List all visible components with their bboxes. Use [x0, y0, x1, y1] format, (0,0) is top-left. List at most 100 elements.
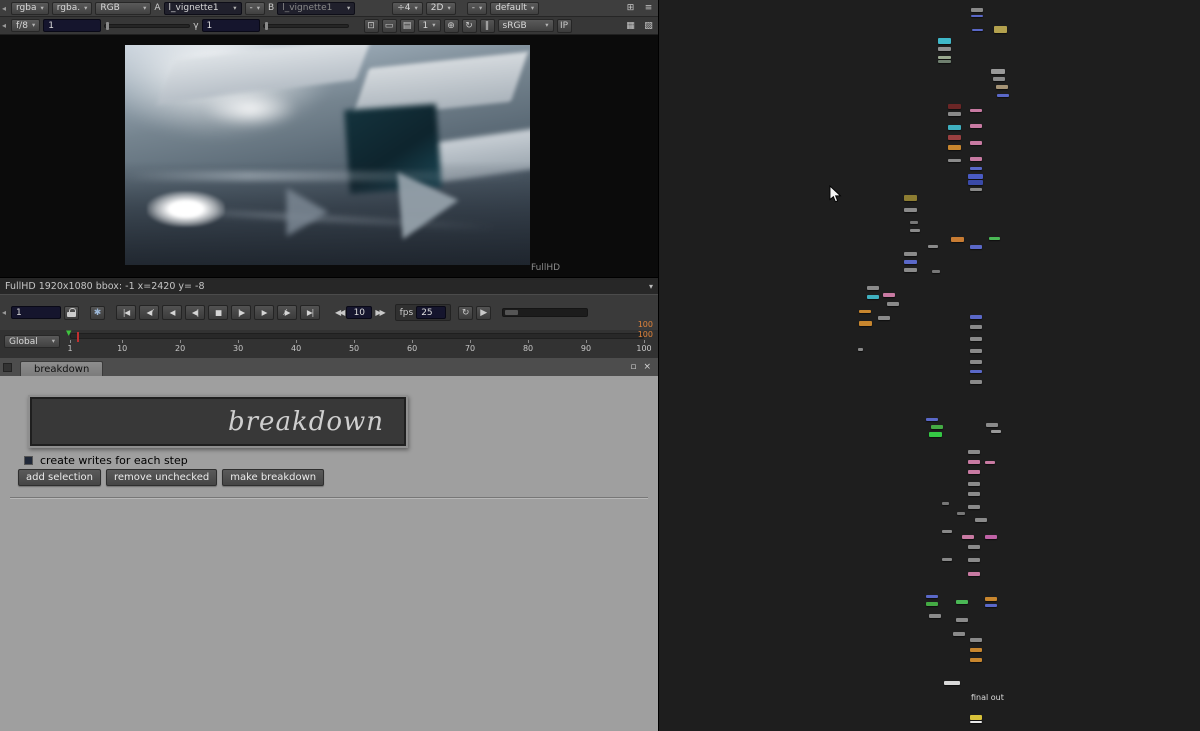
downrez-dropdown[interactable]: ÷4▾: [392, 2, 423, 15]
stripes-icon[interactable]: ▨: [641, 19, 656, 33]
graph-node[interactable]: [968, 180, 983, 185]
wipe-mode-dropdown[interactable]: -▾: [245, 2, 266, 15]
graph-node[interactable]: [929, 432, 942, 437]
graph-node[interactable]: [957, 512, 965, 515]
graph-node[interactable]: [971, 15, 983, 17]
graph-node[interactable]: [904, 208, 917, 212]
graph-node[interactable]: [991, 430, 1001, 433]
graph-node[interactable]: [968, 572, 980, 576]
range-mode-dropdown[interactable]: Global▾: [4, 335, 60, 348]
display-channels-dropdown[interactable]: RGB▾: [95, 2, 151, 15]
graph-node[interactable]: [926, 595, 938, 598]
graph-node[interactable]: [968, 450, 980, 454]
graph-node[interactable]: [994, 26, 1007, 33]
crosshair-icon[interactable]: ⊕: [444, 19, 459, 33]
graph-node[interactable]: [970, 360, 982, 364]
gain-slider[interactable]: [104, 24, 190, 28]
graph-node[interactable]: [928, 245, 938, 248]
graph-node[interactable]: [944, 681, 960, 685]
graph-node[interactable]: [926, 602, 938, 606]
grid-icon[interactable]: ⊞: [623, 1, 638, 15]
graph-node[interactable]: [938, 38, 951, 44]
graph-node[interactable]: [972, 29, 983, 31]
graph-node[interactable]: [970, 325, 982, 329]
play-backward-button[interactable]: ◀: [162, 305, 182, 320]
graph-node[interactable]: [883, 293, 895, 297]
graph-node[interactable]: [970, 157, 982, 161]
menu-icon[interactable]: ≡: [641, 1, 656, 15]
graph-node[interactable]: [948, 135, 961, 140]
graph-node[interactable]: [948, 125, 961, 130]
add-selection-button[interactable]: add selection: [18, 469, 101, 486]
inputprocess-number-dropdown[interactable]: 1▾: [418, 19, 441, 32]
timeline-ruler[interactable]: 1102030405060708090100: [70, 340, 644, 356]
a-input-dropdown[interactable]: l_vignette1▾: [164, 2, 242, 15]
graph-node[interactable]: [989, 237, 1000, 240]
graph-node[interactable]: [932, 270, 940, 273]
graph-node[interactable]: [938, 56, 951, 59]
graph-node[interactable]: [991, 69, 1005, 74]
graph-node[interactable]: [942, 558, 952, 561]
create-writes-checkbox[interactable]: [24, 456, 33, 465]
gamma-slider[interactable]: [263, 24, 349, 28]
graph-node[interactable]: [970, 315, 982, 319]
graph-node[interactable]: [968, 482, 980, 486]
pause-icon[interactable]: ‖: [480, 19, 495, 33]
view-mode-dropdown[interactable]: 2D▾: [426, 2, 456, 15]
input-process-toggle[interactable]: IP: [557, 19, 572, 33]
graph-node[interactable]: [931, 425, 943, 429]
graph-node[interactable]: [962, 535, 974, 539]
viewer-canvas[interactable]: FullHD: [0, 35, 658, 277]
graph-node[interactable]: [968, 470, 980, 474]
channels-dropdown[interactable]: rgba▾: [11, 2, 49, 15]
graph-node[interactable]: [985, 604, 997, 607]
tab-breakdown[interactable]: breakdown: [20, 361, 103, 376]
graph-node[interactable]: [970, 370, 982, 373]
graph-node[interactable]: [948, 145, 961, 150]
progress-handle[interactable]: [505, 310, 518, 315]
graph-node[interactable]: [970, 167, 982, 170]
play-forward-button[interactable]: ▶: [254, 305, 274, 320]
current-frame-input[interactable]: 1: [11, 306, 61, 319]
graph-node[interactable]: [904, 268, 917, 272]
close-panel-icon[interactable]: ×: [643, 362, 651, 372]
pane-splitter-icon[interactable]: ◂: [2, 4, 8, 13]
graph-node[interactable]: [993, 77, 1005, 81]
graph-node[interactable]: [956, 618, 968, 622]
graph-node[interactable]: [904, 195, 917, 201]
graph-node[interactable]: [968, 174, 983, 179]
timeline-groove[interactable]: [70, 333, 644, 339]
graph-node[interactable]: [951, 237, 964, 242]
remove-unchecked-button[interactable]: remove unchecked: [106, 469, 217, 486]
b-input-dropdown[interactable]: l_vignette1▾: [277, 2, 355, 15]
step-forward-button[interactable]: |▶: [231, 305, 251, 320]
graph-node[interactable]: [929, 614, 941, 618]
graph-node[interactable]: [910, 229, 920, 232]
playhead-marker[interactable]: ▼: [66, 329, 71, 337]
graph-node[interactable]: [970, 638, 982, 642]
step-back-button[interactable]: ◀|: [185, 305, 205, 320]
gain-input[interactable]: 1: [43, 19, 101, 32]
pane-splitter-icon[interactable]: ◂: [2, 308, 8, 317]
graph-node[interactable]: [938, 47, 951, 51]
next-keyframe-button[interactable]: ⁄▶: [277, 305, 297, 320]
graph-node[interactable]: [975, 518, 987, 522]
graph-node[interactable]: [910, 221, 918, 224]
gain-preset-dropdown[interactable]: f/8▾: [11, 19, 40, 32]
graph-node[interactable]: [938, 60, 951, 63]
stereo-view-dropdown[interactable]: default▾: [490, 2, 539, 15]
graph-node[interactable]: [970, 715, 982, 720]
gamma-input[interactable]: 1: [202, 19, 260, 32]
framing-icon[interactable]: ⊡: [364, 19, 379, 33]
graph-node[interactable]: [971, 8, 983, 12]
graph-node[interactable]: [970, 380, 982, 384]
graph-node[interactable]: [970, 124, 982, 128]
slider-handle[interactable]: [106, 22, 109, 30]
prev-keyframe-button[interactable]: ◀⁄: [139, 305, 159, 320]
fastforward-icon[interactable]: ▶▶: [375, 308, 383, 317]
monitor-out-icon[interactable]: ▤: [400, 19, 415, 33]
graph-node[interactable]: [968, 545, 980, 549]
graph-node[interactable]: [997, 94, 1009, 97]
graph-node[interactable]: [867, 286, 879, 290]
refresh-icon[interactable]: ↻: [462, 19, 477, 33]
